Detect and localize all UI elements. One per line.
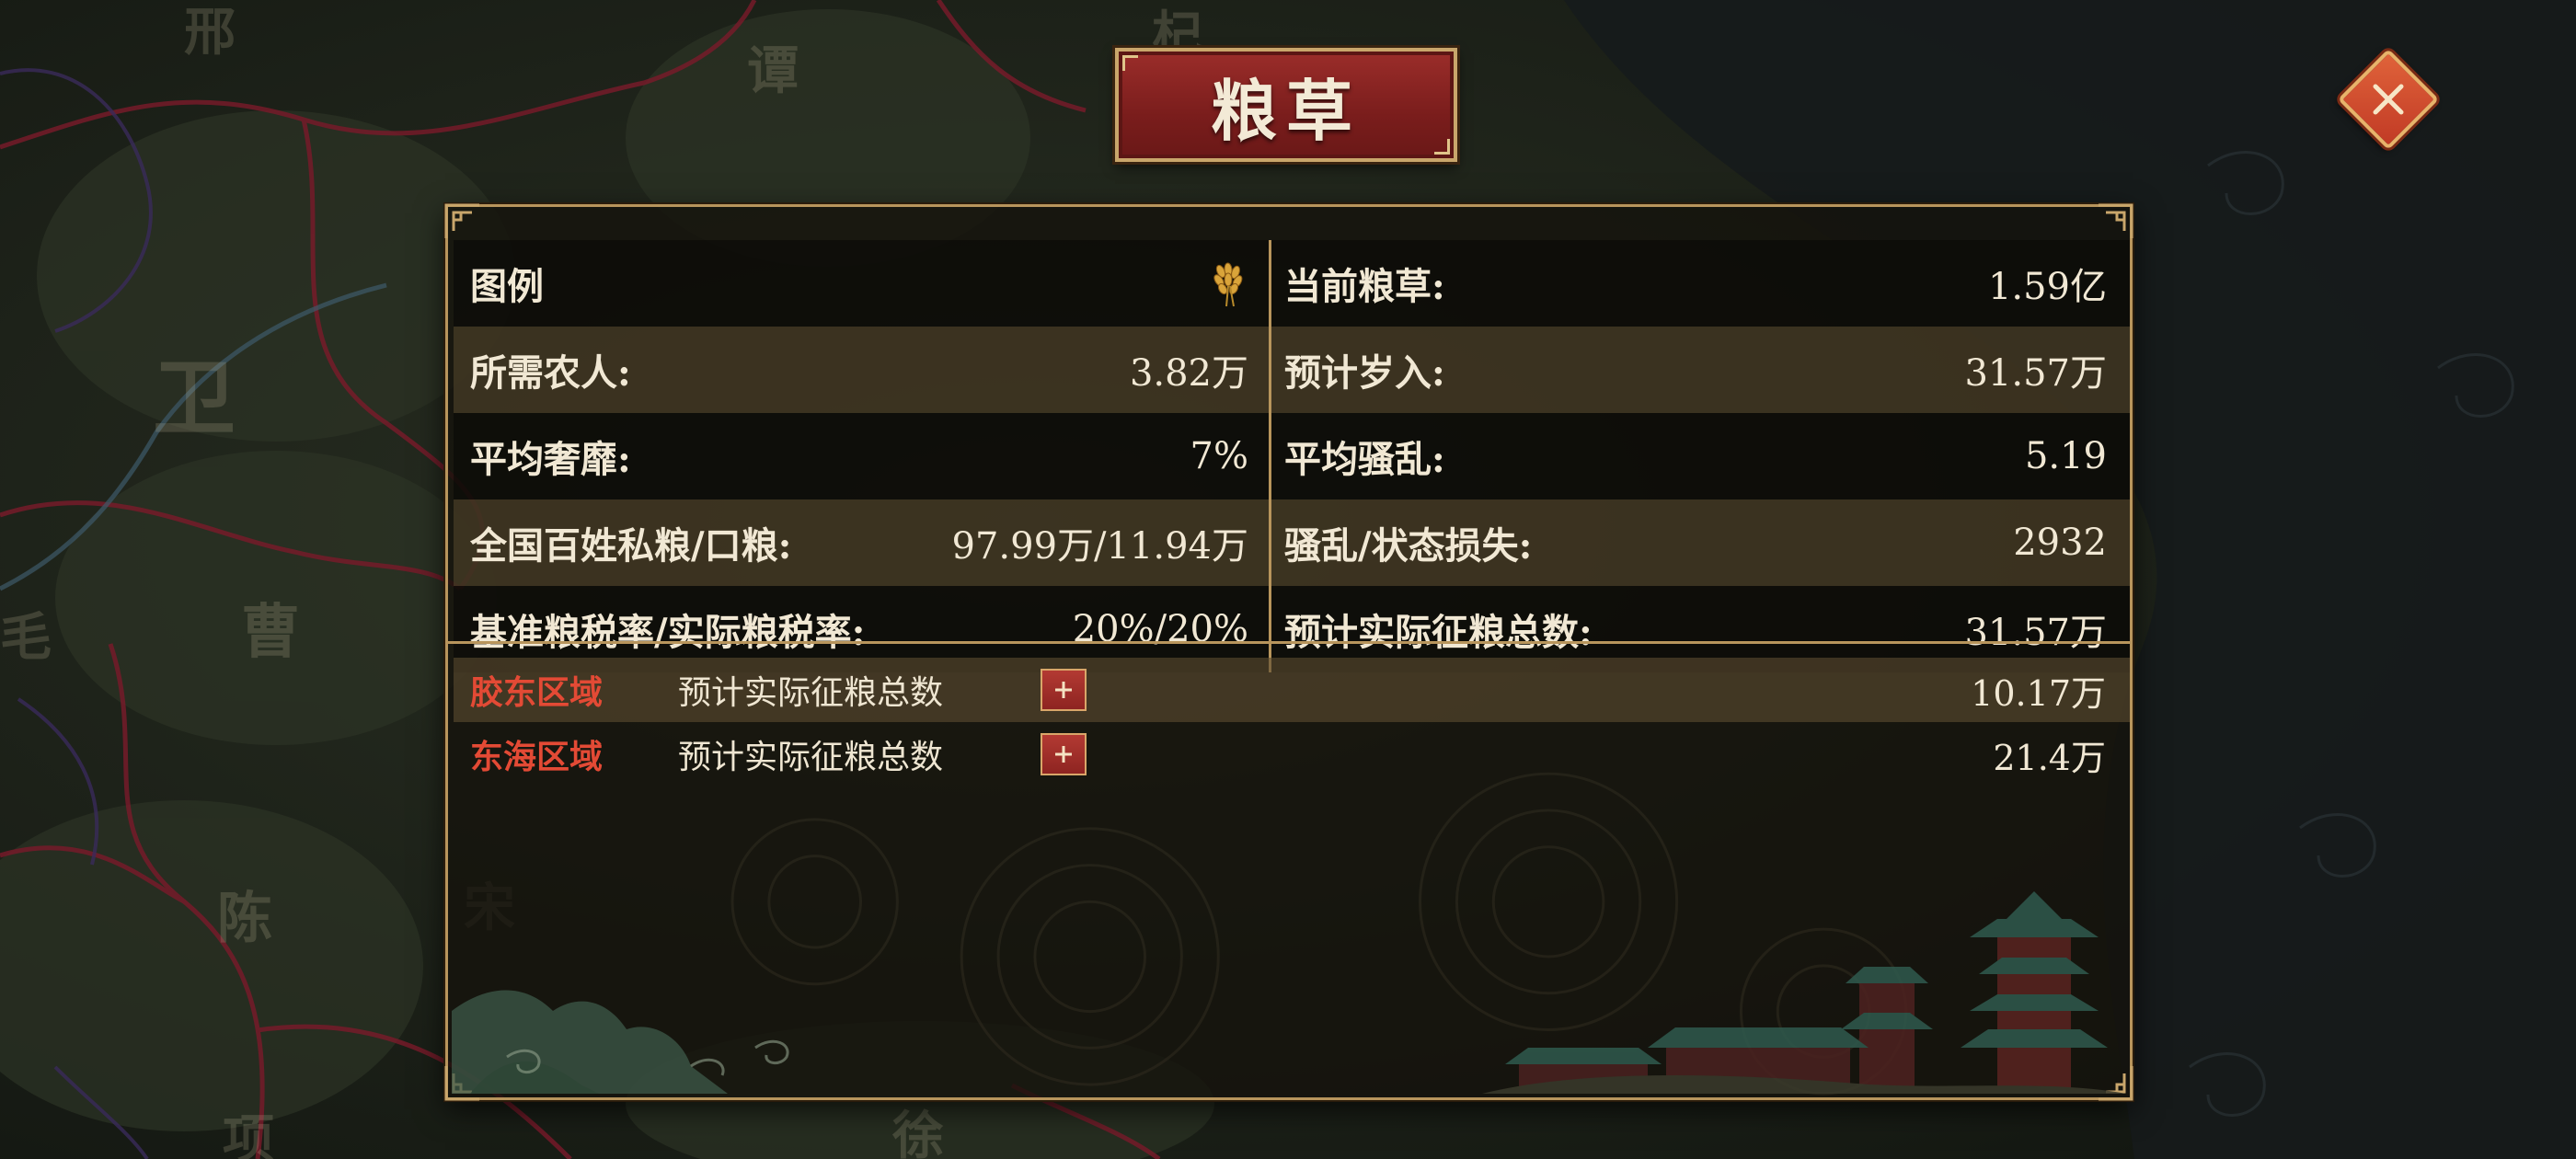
- map-label: 谭: [747, 40, 799, 101]
- corner-ornament: [443, 201, 483, 242]
- grain-panel: 图例 当前粮草: 1.59亿 所需农人: 3.82万 预计岁入: 31.57万 …: [443, 201, 2135, 1101]
- unrest-label: 平均骚乱:: [1284, 438, 1445, 481]
- legend-cell[interactable]: 图例: [454, 240, 1271, 327]
- plus-icon: [1055, 682, 1072, 698]
- total-levy-value: 31.57万: [1964, 612, 2107, 654]
- region-row: 东海区域 预计实际征粮总数 21.4万: [454, 722, 2130, 786]
- map-label: 卫: [153, 350, 236, 447]
- unrest-loss-value: 2932: [2013, 522, 2107, 564]
- palace-scenery: [1482, 891, 2126, 1094]
- luxury-value: 7%: [1190, 435, 1248, 477]
- legend-label: 图例: [470, 265, 544, 308]
- total-levy-label: 预计实际征粮总数:: [1284, 611, 1593, 654]
- unrest-loss-label: 骚乱/状态损失:: [1284, 524, 1533, 568]
- private-grain-value: 97.99万/11.94万: [951, 525, 1249, 568]
- farmers-label: 所需农人:: [470, 351, 631, 395]
- region-name: 东海区域: [470, 738, 604, 776]
- expand-region-button[interactable]: [1041, 669, 1087, 711]
- region-desc: 预计实际征粮总数: [678, 674, 944, 712]
- region-name: 胶东区域: [470, 673, 604, 712]
- map-label: 项: [223, 1109, 274, 1159]
- stats-table: 图例 当前粮草: 1.59亿 所需农人: 3.82万 预计岁入: 31.57万 …: [454, 240, 2130, 672]
- close-icon: [2373, 84, 2404, 115]
- unrest-loss-cell: 骚乱/状态损失: 2932: [1271, 499, 2127, 586]
- stats-row: 所需农人: 3.82万 预计岁入: 31.57万: [454, 327, 2130, 413]
- farmers-cell: 所需农人: 3.82万: [454, 327, 1271, 413]
- stats-row: 图例 当前粮草: 1.59亿: [454, 240, 2130, 327]
- expand-region-button[interactable]: [1041, 733, 1087, 775]
- divider: [448, 641, 2130, 644]
- map-label: 毛: [0, 607, 52, 668]
- annual-income-label: 预计岁入:: [1284, 351, 1445, 395]
- annual-income-value: 31.57万: [1964, 352, 2107, 395]
- current-grain-value: 1.59亿: [1987, 266, 2107, 308]
- region-row: 胶东区域 预计实际征粮总数 10.17万: [454, 658, 2130, 722]
- close-button[interactable]: [2337, 48, 2440, 151]
- luxury-cell: 平均奢靡: 7%: [454, 413, 1271, 499]
- stats-row: 平均奢靡: 7% 平均骚乱: 5.19: [454, 413, 2130, 499]
- corner-ornament: [2095, 201, 2135, 242]
- map-label: 邢: [184, 2, 236, 63]
- region-value: 21.4万: [1993, 737, 2106, 778]
- farmers-value: 3.82万: [1129, 352, 1248, 395]
- unrest-value: 5.19: [2024, 435, 2107, 477]
- annual-income-cell: 预计岁入: 31.57万: [1271, 327, 2127, 413]
- stats-row: 全国百姓私粮/口粮: 97.99万/11.94万 骚乱/状态损失: 2932: [454, 499, 2130, 586]
- map-label: 陈: [217, 887, 272, 951]
- region-list: 胶东区域 预计实际征粮总数 10.17万 东海区域 预计实际征粮总数 21.4万: [454, 658, 2130, 786]
- title-plaque: 粮草: [1115, 48, 1457, 162]
- grain-icon: [1213, 262, 1243, 307]
- map-label: 曹: [241, 598, 300, 667]
- current-grain-label: 当前粮草:: [1284, 265, 1445, 308]
- plus-icon: [1055, 746, 1072, 763]
- luxury-label: 平均奢靡:: [470, 438, 631, 481]
- current-grain-cell: 当前粮草: 1.59亿: [1271, 240, 2127, 327]
- region-value: 10.17万: [1971, 672, 2106, 714]
- unrest-cell: 平均骚乱: 5.19: [1271, 413, 2127, 499]
- mountain-scenery: [452, 990, 789, 1094]
- private-grain-cell: 全国百姓私粮/口粮: 97.99万/11.94万: [454, 499, 1271, 586]
- page-title: 粮草: [1210, 71, 1362, 150]
- tax-rate-label: 基准粮税率/实际粮税率:: [470, 611, 866, 654]
- map-label: 徐: [892, 1106, 944, 1159]
- private-grain-label: 全国百姓私粮/口粮:: [470, 524, 792, 568]
- region-desc: 预计实际征粮总数: [678, 739, 944, 776]
- tax-rate-value: 20%/20%: [1072, 608, 1248, 650]
